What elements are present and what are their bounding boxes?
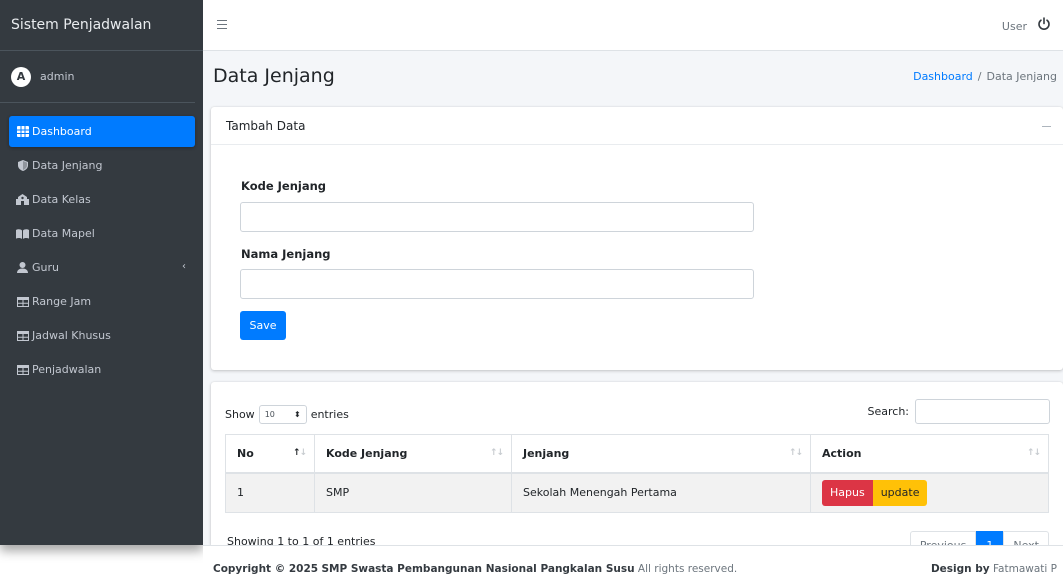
top-navbar: User bbox=[203, 0, 1063, 51]
school-icon bbox=[16, 194, 29, 206]
user-panel[interactable]: A admin bbox=[0, 51, 195, 103]
sidebar-item-label: Data Mapel bbox=[32, 227, 95, 240]
page-title: Data Jenjang bbox=[213, 65, 335, 87]
sidebar-item-label: Range Jam bbox=[32, 295, 92, 308]
jenjang-table: No ↑↓ Kode Jenjang ↑↓ Jenjang ↑↓ Action ↑↓ 1… bbox=[225, 434, 1049, 513]
book-icon bbox=[16, 228, 29, 240]
nama-jenjang-input[interactable] bbox=[240, 269, 754, 299]
search-label: Search: bbox=[867, 405, 910, 418]
chevron-left-icon[interactable]: ‹ bbox=[182, 261, 186, 272]
sidebar-item-label: Dashboard bbox=[32, 125, 92, 138]
footer: Copyright © 2025 SMP Swasta Pembangunan … bbox=[203, 545, 1063, 578]
entries-value: 10 bbox=[264, 410, 275, 419]
select-caret-icon: ⬍ bbox=[293, 410, 301, 419]
pagination: Previous 1 Next bbox=[909, 531, 1049, 545]
column-header-jenjang[interactable]: Jenjang ↑↓ bbox=[511, 434, 811, 474]
collapse-minus-icon[interactable] bbox=[1042, 126, 1051, 127]
breadcrumb-separator: / bbox=[977, 70, 982, 83]
table-info: Showing 1 to 1 of 1 entries bbox=[227, 535, 376, 545]
sidebar-item-jadwal-khusus[interactable]: Jadwal Khusus bbox=[9, 320, 195, 351]
sidebar-item-data-kelas[interactable]: Data Kelas bbox=[9, 184, 195, 215]
avatar-icon: A bbox=[11, 66, 31, 87]
shield-icon bbox=[16, 160, 29, 172]
data-table-card: Show 10 ⬍ entries Search: No ↑↓ Kode Jenj… bbox=[211, 382, 1063, 545]
table-icon bbox=[16, 330, 29, 342]
breadcrumb-current: Data Jenjang bbox=[986, 70, 1058, 83]
length-control: Show 10 ⬍ entries bbox=[225, 405, 349, 424]
sidebar-item-label: Data Jenjang bbox=[32, 159, 103, 172]
search-input[interactable] bbox=[915, 399, 1050, 424]
sidebar-item-guru[interactable]: Guru ‹ bbox=[9, 252, 195, 283]
sidebar-nav: Dashboard Data Jenjang Data Kelas Data M… bbox=[0, 103, 203, 385]
sort-icon: ↑↓ bbox=[788, 448, 803, 458]
entries-label: entries bbox=[310, 408, 349, 421]
nama-jenjang-label: Nama Jenjang bbox=[241, 247, 331, 261]
footer-rights: All rights reserved. bbox=[637, 563, 738, 575]
user-icon bbox=[16, 262, 29, 274]
show-label: Show bbox=[225, 408, 255, 421]
content-area: Data Jenjang Dashboard / Data Jenjang Tamb… bbox=[203, 51, 1063, 545]
card-title: Tambah Data bbox=[226, 119, 306, 133]
sidebar-item-data-mapel[interactable]: Data Mapel bbox=[9, 218, 195, 249]
sidebar-item-data-jenjang[interactable]: Data Jenjang bbox=[9, 150, 195, 181]
kode-jenjang-input[interactable] bbox=[240, 202, 754, 232]
sidebar-item-label: Jadwal Khusus bbox=[32, 329, 111, 342]
table-icon bbox=[16, 126, 29, 138]
cell-action: Hapus update bbox=[810, 472, 1049, 513]
entries-select[interactable]: 10 ⬍ bbox=[258, 405, 307, 424]
copyright-prefix: Copyright © 2025 bbox=[213, 563, 319, 575]
pagination-page-1[interactable]: 1 bbox=[976, 531, 1004, 545]
brand-title[interactable]: Sistem Penjadwalan bbox=[0, 0, 203, 51]
update-button[interactable]: update bbox=[872, 479, 928, 506]
save-button[interactable]: Save bbox=[240, 311, 286, 340]
card-header: Tambah Data bbox=[211, 107, 1063, 145]
pagination-previous[interactable]: Previous bbox=[909, 531, 977, 545]
pagination-next[interactable]: Next bbox=[1003, 531, 1049, 545]
table-row: 1 SMP Sekolah Menengah Pertama Hapus upda… bbox=[225, 472, 1049, 513]
sort-icon: ↑↓ bbox=[1026, 448, 1041, 458]
sidebar-item-penjadwalan[interactable]: Penjadwalan bbox=[9, 354, 195, 385]
sidebar: Sistem Penjadwalan A admin Dashboard Dat… bbox=[0, 0, 203, 545]
menu-toggle-icon[interactable] bbox=[217, 17, 233, 33]
designer-name: Fatmawati P bbox=[992, 563, 1057, 575]
sort-icon: ↑↓ bbox=[489, 448, 504, 458]
column-header-no[interactable]: No ↑↓ bbox=[225, 434, 315, 474]
table-icon bbox=[16, 364, 29, 376]
power-icon[interactable] bbox=[1037, 17, 1051, 31]
cell-no: 1 bbox=[225, 472, 315, 513]
sidebar-item-label: Data Kelas bbox=[32, 193, 91, 206]
table-icon bbox=[16, 296, 29, 308]
user-menu-label[interactable]: User bbox=[1002, 20, 1027, 33]
column-header-kode-jenjang[interactable]: Kode Jenjang ↑↓ bbox=[314, 434, 512, 474]
kode-jenjang-label: Kode Jenjang bbox=[241, 179, 327, 193]
cell-kode: SMP bbox=[314, 472, 512, 513]
username[interactable]: admin bbox=[40, 70, 74, 83]
column-header-action[interactable]: Action ↑↓ bbox=[810, 434, 1049, 474]
breadcrumb: Dashboard / Data Jenjang bbox=[913, 70, 1057, 83]
footer-copyright: Copyright © 2025 SMP Swasta Pembangunan … bbox=[213, 563, 737, 575]
design-by-label: Design by bbox=[930, 563, 990, 575]
sort-asc-icon: ↑↓ bbox=[292, 448, 307, 458]
footer-org-link[interactable]: SMP Swasta Pembangunan Nasional Pangkala… bbox=[321, 563, 634, 575]
table-header-row: No ↑↓ Kode Jenjang ↑↓ Jenjang ↑↓ Action ↑↓ bbox=[225, 434, 1049, 474]
hapus-button[interactable]: Hapus bbox=[822, 479, 873, 506]
add-data-card: Tambah Data Kode Jenjang Nama Jenjang Sa… bbox=[211, 107, 1063, 370]
search-control: Search: bbox=[867, 399, 1050, 424]
sidebar-item-range-jam[interactable]: Range Jam bbox=[9, 286, 195, 317]
sidebar-item-dashboard[interactable]: Dashboard bbox=[9, 116, 195, 147]
cell-jenjang: Sekolah Menengah Pertama bbox=[511, 472, 811, 513]
breadcrumb-dashboard-link[interactable]: Dashboard bbox=[913, 70, 973, 83]
sidebar-item-label: Guru bbox=[32, 261, 59, 274]
footer-design-credit: Design by Fatmawati P bbox=[931, 563, 1057, 575]
sidebar-item-label: Penjadwalan bbox=[32, 363, 102, 376]
